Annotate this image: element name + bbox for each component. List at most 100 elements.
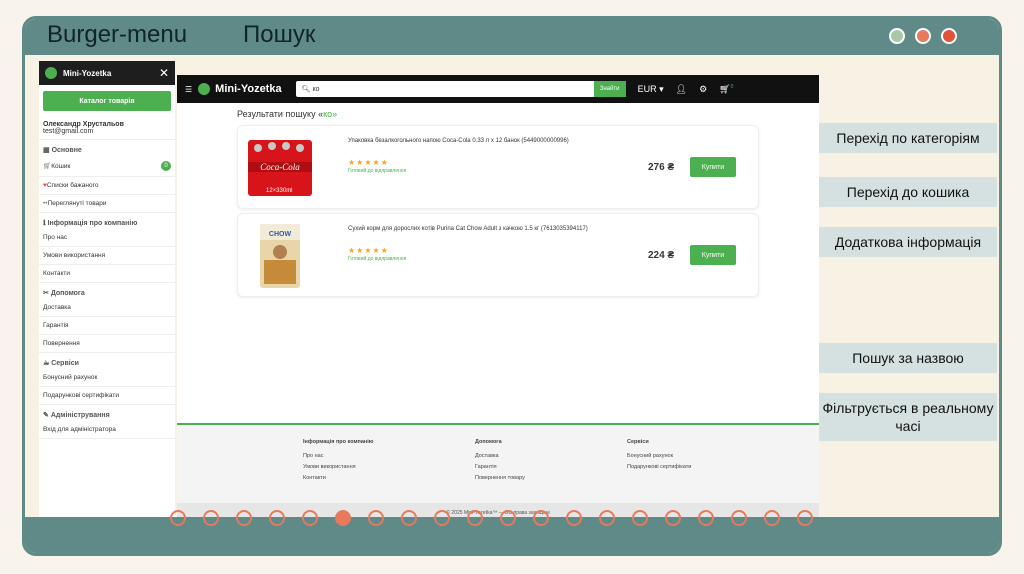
sidebar-item[interactable]: Подарункові сертифікати xyxy=(39,387,175,405)
sidebar-section-label: Допомога xyxy=(50,290,85,297)
cart-count: 0 xyxy=(730,83,734,90)
sidebar-item[interactable]: 🛒︎ Кошик 0 xyxy=(39,156,175,177)
site-navbar: ☰ Mini-Yozetka 🔍︎ ко Знайти EUR ▾ 👤︎ ⚙ 🛒… xyxy=(177,75,819,103)
sidebar-item-label: Умови використання xyxy=(43,252,106,259)
pager-dot[interactable] xyxy=(401,510,417,526)
user-info: Олександр Хрустальов test@gmail.com xyxy=(39,117,175,140)
sidebar-item[interactable]: Умови використання xyxy=(39,247,175,265)
brand-logo-icon xyxy=(198,83,211,95)
svg-text:CHOW: CHOW xyxy=(269,231,292,238)
burger-menu-panel: Mini-Yozetka ✕ Каталог товарів Олександр… xyxy=(39,61,175,519)
results-suffix: » xyxy=(332,109,338,119)
footer-link[interactable]: Гарантія xyxy=(475,464,525,470)
pager-dot[interactable] xyxy=(533,510,549,526)
sidebar-item[interactable]: Вхід для адміністратора xyxy=(39,421,175,439)
sidebar-section-label: Інформація про компанію xyxy=(47,220,138,227)
cart-icon: 🛒︎ xyxy=(43,163,52,170)
results-query: ко xyxy=(323,109,333,119)
user-icon[interactable]: 👤︎ xyxy=(676,84,687,95)
label-extra-info: Додаткова інформація xyxy=(819,227,997,257)
footer-col-services: Сервіси Бонусний рахунок Подарункові сер… xyxy=(627,439,691,475)
sidebar-item[interactable]: Доставка xyxy=(39,299,175,317)
pager-dot[interactable] xyxy=(764,510,780,526)
pager-dot[interactable] xyxy=(731,510,747,526)
footer-col-help: Допомога Доставка Гарантія Повернення то… xyxy=(475,439,525,486)
sidebar-item[interactable]: ♥ Списки бажаного xyxy=(39,177,175,195)
search-input[interactable]: 🔍︎ ко Знайти xyxy=(295,81,626,97)
slide-title-right: Пошук xyxy=(243,21,316,48)
sidebar-item-label: Переглянуті товари xyxy=(47,200,107,207)
pager-dot[interactable] xyxy=(170,510,186,526)
footer-link[interactable]: Доставка xyxy=(475,453,525,459)
sidebar-section-title: ℹ Інформація про компанію xyxy=(39,213,175,229)
footer-link[interactable]: Бонусний рахунок xyxy=(627,453,691,459)
pager-dot[interactable] xyxy=(665,510,681,526)
sidebar-item-label: Гарантія xyxy=(43,322,69,329)
sidebar-section-title: ✎ Адміністрування xyxy=(39,405,175,421)
pager-dot[interactable] xyxy=(797,510,813,526)
site-screenshot: ☰ Mini-Yozetka 🔍︎ ко Знайти EUR ▾ 👤︎ ⚙ 🛒… xyxy=(177,75,819,523)
footer-col-info: Інформація про компанію Про нас Умови ви… xyxy=(303,439,373,486)
search-value: ко xyxy=(312,85,320,93)
product-rating: ★★★★★ xyxy=(348,246,389,255)
footer-link[interactable]: Умови використання xyxy=(303,464,373,470)
sidebar-item-label: Про нас xyxy=(43,234,68,241)
pager-dot[interactable] xyxy=(434,510,450,526)
pager-dot[interactable] xyxy=(467,510,483,526)
svg-text:12×330ml: 12×330ml xyxy=(266,188,293,194)
pager-dot[interactable] xyxy=(335,510,351,526)
globe-icon[interactable]: ⚙ xyxy=(699,84,707,95)
cart-badge: 0 xyxy=(161,161,171,171)
sidebar-item[interactable]: Бонусний рахунок xyxy=(39,369,175,387)
sidebar-item[interactable]: Гарантія xyxy=(39,317,175,335)
pager-dot[interactable] xyxy=(269,510,285,526)
sidebar-section-label: Сервіси xyxy=(51,360,79,367)
sidebar-section-title: ☕︎ Сервіси xyxy=(39,353,175,369)
pager-dot[interactable] xyxy=(566,510,582,526)
sidebar-section-label: Адміністрування xyxy=(50,412,110,419)
cart-icon[interactable]: 🛒︎0 xyxy=(719,84,733,95)
brand-logo-icon xyxy=(45,67,57,79)
site-brand[interactable]: Mini-Yozetka xyxy=(198,83,282,95)
pager-dot[interactable] xyxy=(632,510,648,526)
tools-icon: ✂ xyxy=(43,290,51,297)
product-name[interactable]: Упаковка безалкогольного напою Coca-Cola… xyxy=(348,138,569,144)
buy-button[interactable]: Купити xyxy=(690,245,736,265)
pager-dot[interactable] xyxy=(203,510,219,526)
product-name[interactable]: Сухий корм для дорослих котів Purina Cat… xyxy=(348,226,588,232)
pager-dot[interactable] xyxy=(236,510,252,526)
window-dot-1 xyxy=(889,28,905,44)
product-price: 224 ₴ xyxy=(648,250,675,261)
catalog-button[interactable]: Каталог товарів xyxy=(43,91,171,111)
site-brand-text: Mini-Yozetka xyxy=(215,83,282,95)
sidebar-item[interactable]: Повернення xyxy=(39,335,175,353)
search-button[interactable]: Знайти xyxy=(593,81,626,97)
sidebar-item[interactable]: Про нас xyxy=(39,229,175,247)
footer-link[interactable]: Повернення товару xyxy=(475,475,525,481)
sidebar-item-label: Контакти xyxy=(43,270,71,277)
pager-dot[interactable] xyxy=(368,510,384,526)
currency-value: EUR xyxy=(637,83,657,94)
buy-button[interactable]: Купити xyxy=(690,157,736,177)
footer-link[interactable]: Подарункові сертифікати xyxy=(627,464,691,470)
footer-link[interactable]: Контакти xyxy=(303,475,373,481)
sidebar-section-label: Основне xyxy=(51,147,82,154)
search-icon: 🔍︎ xyxy=(301,86,311,93)
currency-select[interactable]: EUR ▾ xyxy=(638,84,664,95)
burger-menu-header: Mini-Yozetka ✕ xyxy=(39,61,175,85)
pager-dot[interactable] xyxy=(599,510,615,526)
pager-dot[interactable] xyxy=(302,510,318,526)
sidebar-item[interactable]: •• Переглянуті товари xyxy=(39,195,175,213)
sidebar-sections: ▦ Основне 🛒︎ Кошик 0 ♥ Списки бажаного •• Пе… xyxy=(39,140,175,439)
menu-icon[interactable]: ☰ xyxy=(185,85,192,94)
footer-col-title: Інформація про компанію xyxy=(303,439,374,445)
sidebar-item[interactable]: Контакти xyxy=(39,265,175,283)
pager-dot[interactable] xyxy=(698,510,714,526)
results-prefix: Результати пошуку « xyxy=(237,109,324,119)
footer-link[interactable]: Про нас xyxy=(303,453,373,459)
slide-pager xyxy=(170,510,813,526)
close-icon[interactable]: ✕ xyxy=(159,66,169,80)
pager-dot[interactable] xyxy=(500,510,516,526)
product-card[interactable]: Coca-Cola 12×330ml Упаковка безалкогольн… xyxy=(237,125,759,209)
product-card[interactable]: CHOW Сухий корм для дорослих котів Purin… xyxy=(237,213,759,297)
